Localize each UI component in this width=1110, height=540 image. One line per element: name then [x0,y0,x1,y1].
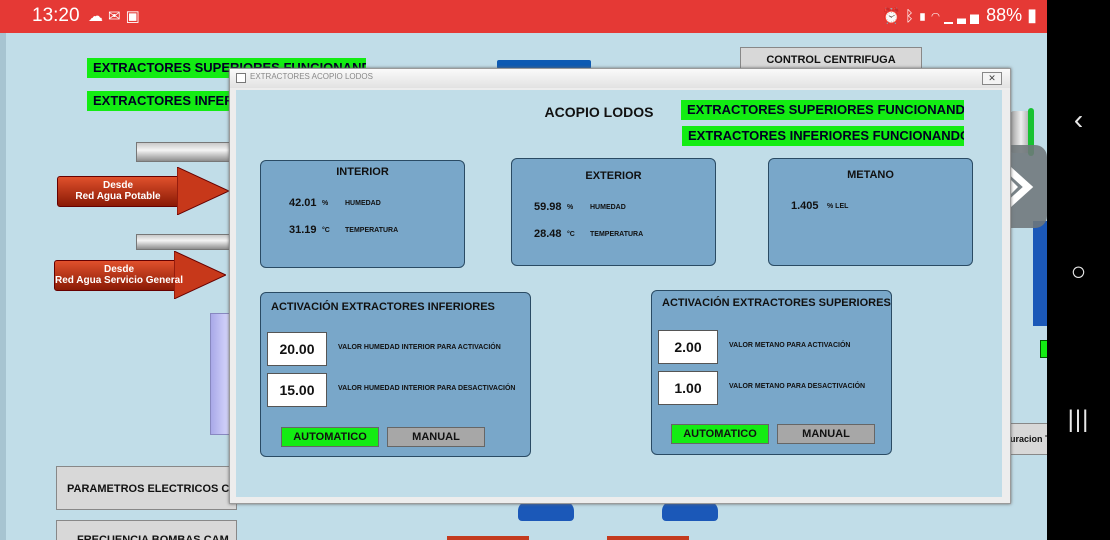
exterior-humidity-label: HUMEDAD [590,204,626,211]
notification-icons: ☁✉▣ [88,7,145,25]
activacion-superiores-title: ACTIVACIÓN EXTRACTORES SUPERIORES [662,297,891,309]
arrow-line1: Desde [103,264,134,275]
recents-icon[interactable]: ||| [1047,406,1110,434]
humedad-activacion-label: VALOR HUMEDAD INTERIOR PARA ACTIVACIÓN [338,344,501,351]
red-block [607,536,689,540]
humedad-activacion-input[interactable]: 20.00 [267,332,327,366]
metano-activacion-input[interactable]: 2.00 [658,330,718,364]
window-icon [236,73,246,83]
interior-temp-label: TEMPERATURA [345,227,399,234]
system-icons: ⏰ᛒ▮◠▁▃▅ [882,7,983,25]
arrow-line1: Desde [102,180,133,191]
alarm-icon: ⏰ [882,8,905,25]
battery-saver-icon: ▮ [917,8,931,25]
interior-temp-unit: °C [322,227,330,234]
close-icon[interactable]: ✕ [982,72,1002,85]
interior-humidity-label: HUMEDAD [345,200,381,207]
status-superiores-badge: EXTRACTORES SUPERIORES FUNCIONANDO [681,100,964,120]
manual-inferiores-button[interactable]: MANUAL [387,427,485,447]
arrow-agua-servicio[interactable]: Desde Red Agua Servicio General [54,251,226,299]
back-icon[interactable]: ‹ [1047,104,1110,136]
exterior-temp-unit: °C [567,231,575,238]
exterior-humidity-unit: % [567,204,574,211]
signal-icon: ▁▃▅ [943,8,983,25]
exterior-temp-label: TEMPERATURA [590,231,644,238]
arrow-agua-potable[interactable]: Desde Red Agua Potable [57,167,229,215]
manual-superiores-button[interactable]: MANUAL [777,424,875,444]
extractores-dialog: EXTRACTORES ACOPIO LODOS ✕ ACOPIO LODOS … [229,68,1011,504]
arrow-head-icon [177,167,229,215]
activacion-inferiores-title: ACTIVACIÓN EXTRACTORES INFERIORES [271,301,495,313]
pump-icon [662,501,718,521]
exterior-temp-value: 28.48 [534,228,562,240]
arrow-agua-servicio-label: Desde Red Agua Servicio General [54,264,184,286]
battery-icon: ▮ [1022,5,1037,25]
metano-unit: % LEL [827,203,849,210]
metano-value: 1.405 [791,200,819,212]
activacion-superiores-panel: ACTIVACIÓN EXTRACTORES SUPERIORES 2.00 V… [651,290,892,455]
interior-humidity-value: 42.01 [289,197,317,209]
clock: 13:20 [32,5,80,26]
battery-indicator: 88% ▮ [986,5,1037,26]
exterior-panel: EXTERIOR 59.98 % HUMEDAD 28.48 °C TEMPER… [511,158,716,266]
bluetooth-icon: ᛒ [904,8,918,25]
frecuencia-bombas-button[interactable]: FRECUENCIA BOMBAS CAM [56,520,237,540]
parametros-electricos-button[interactable]: PARAMETROS ELECTRICOS CAVITADOR [56,466,237,510]
red-block [447,536,529,540]
automatico-superiores-button[interactable]: AUTOMATICO [671,424,769,444]
navigation-bar: ‹ ○ ||| [1047,0,1110,540]
dialog-body: ACOPIO LODOS EXTRACTORES SUPERIORES FUNC… [236,90,1002,497]
exterior-title: EXTERIOR [585,170,642,182]
configuracion-button[interactable]: uracion T [1009,423,1047,455]
arrow-line2: Red Agua Potable [75,191,161,202]
metano-desactivacion-label: VALOR METANO PARA DESACTIVACIÓN [729,383,866,390]
humedad-desactivacion-input[interactable]: 15.00 [267,373,327,407]
metano-activacion-label: VALOR METANO PARA ACTIVACIÓN [729,342,851,349]
dialog-title: EXTRACTORES ACOPIO LODOS [250,72,373,81]
pipe-servicio [136,234,234,250]
battery-percent: 88% [986,5,1023,25]
linkedin-icon: ▣ [125,8,145,25]
right-green-indicator [1040,340,1047,358]
dialog-titlebar[interactable]: EXTRACTORES ACOPIO LODOS ✕ [230,69,1010,88]
status-bar: 13:20 ☁✉▣ ⏰ᛒ▮◠▁▃▅ 88% ▮ [0,0,1047,33]
status-inferiores-badge: EXTRACTORES INFERIORES FUNCIONANDO [682,126,964,146]
interior-title: INTERIOR [336,166,389,178]
activacion-inferiores-panel: ACTIVACIÓN EXTRACTORES INFERIORES 20.00 … [260,292,531,457]
mail-icon: ✉ [108,8,126,25]
pump-icon [518,501,574,521]
humedad-desactivacion-label: VALOR HUMEDAD INTERIOR PARA DESACTIVACIÓ… [338,385,516,392]
arrow-agua-potable-label: Desde Red Agua Potable [57,180,179,202]
bg-status-inferiores: EXTRACTORES INFERIORES FUNCIONANDO [87,91,241,111]
weather-icon: ☁ [88,8,108,25]
automatico-inferiores-button[interactable]: AUTOMATICO [281,427,379,447]
wifi-icon: ◠ [930,8,944,25]
interior-panel: INTERIOR 42.01 % HUMEDAD 31.19 °C TEMPER… [260,160,465,268]
metano-desactivacion-input[interactable]: 1.00 [658,371,718,405]
arrow-line2: Red Agua Servicio General [54,275,183,286]
left-border [0,33,6,540]
metano-panel: METANO 1.405 % LEL [768,158,973,266]
pipe-potable [136,142,234,162]
interior-temp-value: 31.19 [289,224,317,236]
metano-title: METANO [847,169,894,181]
home-icon[interactable]: ○ [1047,256,1110,287]
right-blue-equipment [1033,221,1047,326]
interior-humidity-unit: % [322,200,329,207]
exterior-humidity-value: 59.98 [534,201,562,213]
